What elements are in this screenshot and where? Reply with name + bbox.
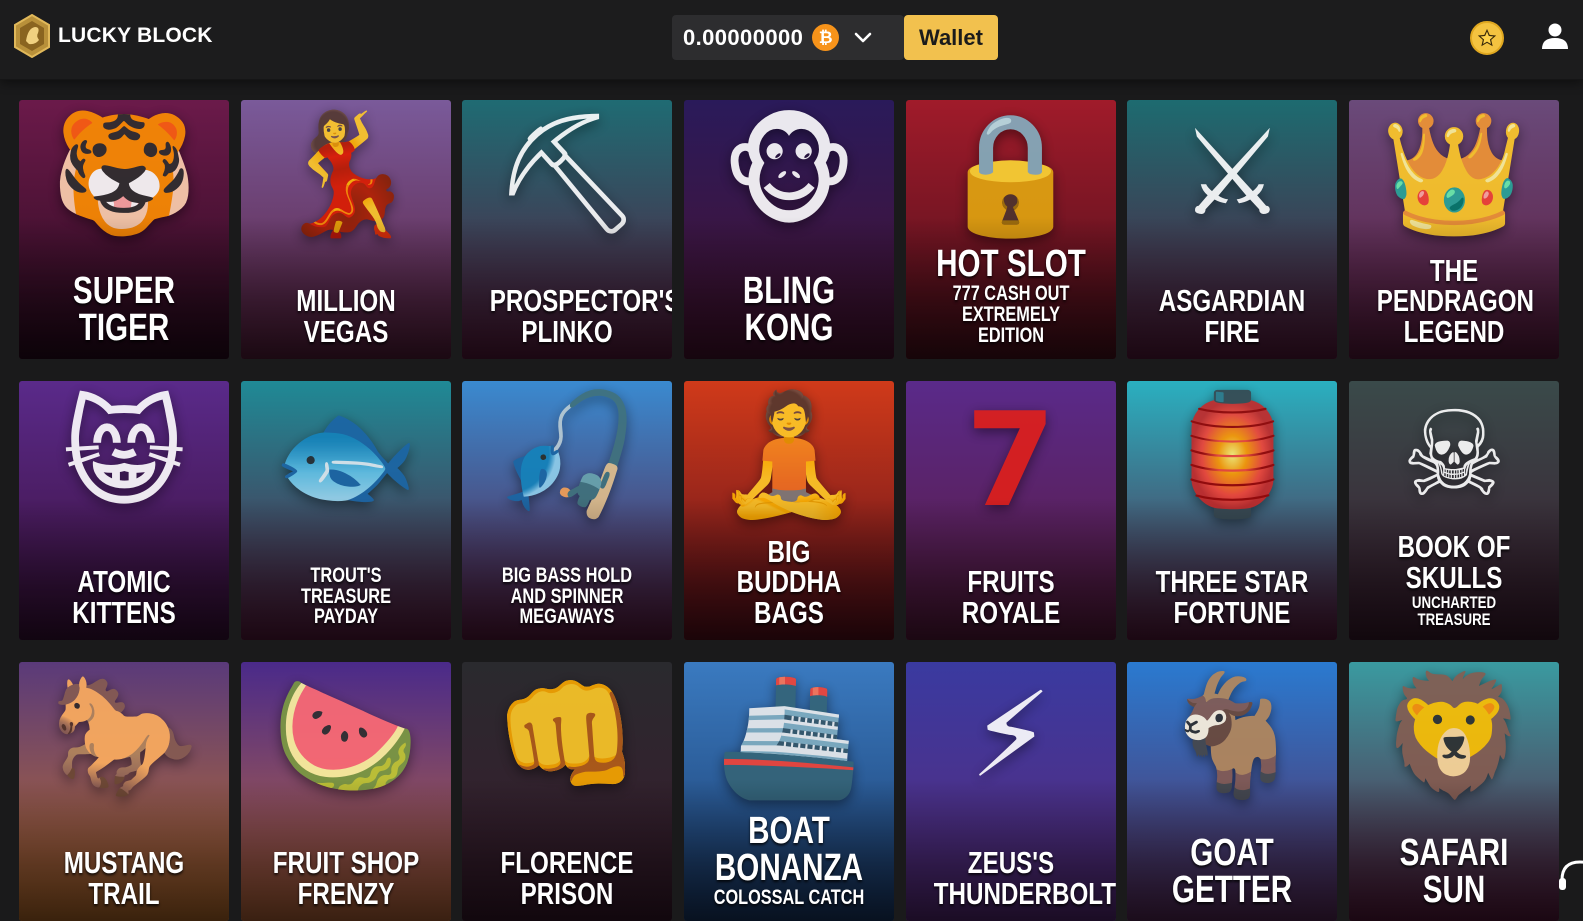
safe-icon: 🔒 [937, 104, 1085, 242]
emperor-icon: 🏮 [1158, 385, 1306, 523]
goat-icon: 🐐 [1158, 666, 1306, 804]
cat-icon: 😸 [62, 385, 186, 523]
game-title-text: THE PENDRAGON LEGEND [1376, 252, 1535, 349]
star-icon[interactable] [1470, 21, 1504, 55]
game-title: MILLION VEGAS [268, 283, 422, 349]
game-title-text: ATOMIC KITTENS [72, 564, 176, 630]
game-tile[interactable]: 💃 MILLION VEGAS [240, 100, 451, 359]
game-title-text: BLING KONG [742, 269, 836, 349]
game-title-text: THREE STAR FORTUNE [1156, 564, 1309, 630]
game-tile[interactable]: 🐟 TROUT'S TREASURE PAYDAY [240, 381, 451, 640]
game-tile[interactable]: ☠ BOOK OF SKULLS UNCHARTED TREASURE [1349, 381, 1560, 640]
wallet-button[interactable]: Wallet [904, 15, 998, 60]
game-grid: 🐯 SUPER TIGER 💃 MILLION VEGAS ⛏ PROSPECTOR'S … [19, 100, 1560, 921]
game-tile[interactable]: ⛏ PROSPECTOR'S PLINKO [462, 100, 673, 359]
game-title-text: SUPER TIGER [72, 269, 176, 349]
balance-value: 0.00000000 [683, 24, 804, 50]
tiger-icon: 🐯 [50, 104, 198, 242]
game-tile[interactable]: 🔒 HOT SLOT 777 CASH OUT EXTREMELY EDITION [905, 100, 1116, 359]
support-headset-icon[interactable] [1558, 852, 1583, 902]
zeus-icon: ⚡ [969, 666, 1053, 804]
pirate-icon: ☠ [1401, 385, 1508, 523]
monkey-icon: 🐵 [720, 104, 858, 242]
game-title-text: HOT SLOT [935, 243, 1086, 286]
miner-icon: ⛏ [492, 104, 643, 242]
game-title-text: TROUT'S TREASURE PAYDAY [300, 564, 391, 629]
chevron-down-icon[interactable] [851, 26, 875, 50]
game-title-text: BIG BASS HOLD AND SPINNER MEGAWAYS [502, 564, 633, 629]
fishing-boat-icon: 🎣 [493, 385, 641, 523]
game-tile[interactable]: 🐵 BLING KONG [684, 100, 895, 359]
ship-icon: 🚢 [715, 666, 863, 804]
game-tile[interactable]: 🚢 BOAT BONANZA COLOSSAL CATCH [684, 662, 895, 921]
game-title: PROSPECTOR'S PLINKO [490, 285, 672, 347]
game-title: BIG BUDDHA BAGS [712, 533, 866, 630]
user-icon[interactable] [1540, 21, 1570, 51]
game-title: SUPER TIGER [47, 269, 201, 349]
watermelon-icon: 🍉 [272, 666, 420, 804]
game-title: SAFARI SUN [1377, 831, 1531, 911]
princess-icon: 👑 [1380, 104, 1528, 242]
game-title: GOAT GETTER [1155, 831, 1309, 911]
game-title-text: SAFARI SUN [1399, 831, 1509, 911]
game-title-text: BOOK OF SKULLS [1397, 529, 1511, 595]
game-title: BLING KONG [712, 269, 866, 349]
game-title: FRUIT SHOP FRENZY [268, 845, 422, 911]
game-title: HOT SLOT 777 CASH OUT EXTREMELY EDITION [934, 243, 1088, 348]
lucky-block-logo[interactable]: LUCKY BLOCK [13, 14, 213, 58]
bitcoin-icon: ₿ [812, 24, 840, 51]
game-tile[interactable]: 🍉 FRUIT SHOP FRENZY [240, 662, 451, 921]
game-title: FRUITS ROYALE [934, 564, 1088, 630]
logo-text: LUCKY BLOCK [58, 24, 213, 47]
game-tile[interactable]: 🐯 SUPER TIGER [19, 100, 229, 359]
game-tile[interactable]: 🐐 GOAT GETTER [1127, 662, 1338, 921]
game-tile[interactable]: 🎣 BIG BASS HOLD AND SPINNER MEGAWAYS [462, 381, 673, 640]
game-tile[interactable]: 👊 FLORENCE PRISON [462, 662, 673, 921]
game-subtitle: UNCHARTED TREASURE [1412, 592, 1497, 629]
game-title: THE PENDRAGON LEGEND [1376, 252, 1535, 349]
game-title-text: FLORENCE PRISON [500, 845, 634, 911]
fisherman-icon: 🐟 [272, 385, 420, 523]
game-title: ATOMIC KITTENS [47, 564, 201, 630]
game-title-text: BIG BUDDHA BAGS [736, 533, 842, 630]
game-title-text: GOAT GETTER [1172, 831, 1293, 911]
game-title: BOAT BONANZA COLOSSAL CATCH [712, 809, 866, 910]
game-title-text: MUSTANG TRAIL [63, 845, 185, 911]
game-title-text: MILLION VEGAS [295, 283, 396, 349]
game-title-text: ASGARDIAN FIRE [1159, 283, 1306, 349]
game-title: BIG BASS HOLD AND SPINNER MEGAWAYS [490, 564, 644, 629]
logo-icon [13, 14, 51, 58]
game-tile[interactable]: 😸 ATOMIC KITTENS [19, 381, 229, 640]
game-title: ZEUS'S THUNDERBOLT [934, 847, 1116, 909]
game-title: FLORENCE PRISON [490, 845, 644, 911]
game-title-text: FRUIT SHOP FRENZY [272, 845, 419, 911]
viking-icon: ⚔ [1179, 104, 1286, 242]
game-title: BOOK OF SKULLS UNCHARTED TREASURE [1377, 529, 1531, 629]
game-title-text: BOAT BONANZA [714, 809, 864, 889]
buddha-icon: 🧘 [715, 385, 863, 523]
game-tile[interactable]: 🐎 MUSTANG TRAIL [19, 662, 229, 921]
brass-knuckles-icon: 👊 [493, 666, 641, 804]
game-title: MUSTANG TRAIL [47, 845, 201, 911]
top-navigation-bar: LUCKY BLOCK 0.00000000 ₿ Wallet [0, 0, 1583, 80]
game-tile[interactable]: 🧘 BIG BUDDHA BAGS [684, 381, 895, 640]
game-title-text: FRUITS ROYALE [961, 564, 1061, 630]
game-title: THREE STAR FORTUNE [1155, 564, 1309, 630]
game-title: ASGARDIAN FIRE [1155, 283, 1309, 349]
game-subtitle: 777 CASH OUT EXTREMELY EDITION [952, 282, 1070, 348]
game-tile[interactable]: ⚡ ZEUS'S THUNDERBOLT [905, 662, 1116, 921]
game-subtitle: COLOSSAL CATCH [713, 886, 865, 910]
game-tile[interactable]: 7 FRUITS ROYALE [905, 381, 1116, 640]
game-tile[interactable]: 👑 THE PENDRAGON LEGEND [1349, 100, 1560, 359]
horse-icon: 🐎 [50, 666, 198, 804]
lion-icon: 🦁 [1380, 666, 1528, 804]
showgirl-icon: 💃 [272, 104, 420, 242]
game-tile[interactable]: 🏮 THREE STAR FORTUNE [1127, 381, 1338, 640]
balance-selector[interactable]: 0.00000000 ₿ [672, 15, 904, 60]
game-title: TROUT'S TREASURE PAYDAY [268, 564, 422, 629]
game-tile[interactable]: ⚔ ASGARDIAN FIRE [1127, 100, 1338, 359]
game-tile[interactable]: 🦁 SAFARI SUN [1349, 662, 1560, 921]
